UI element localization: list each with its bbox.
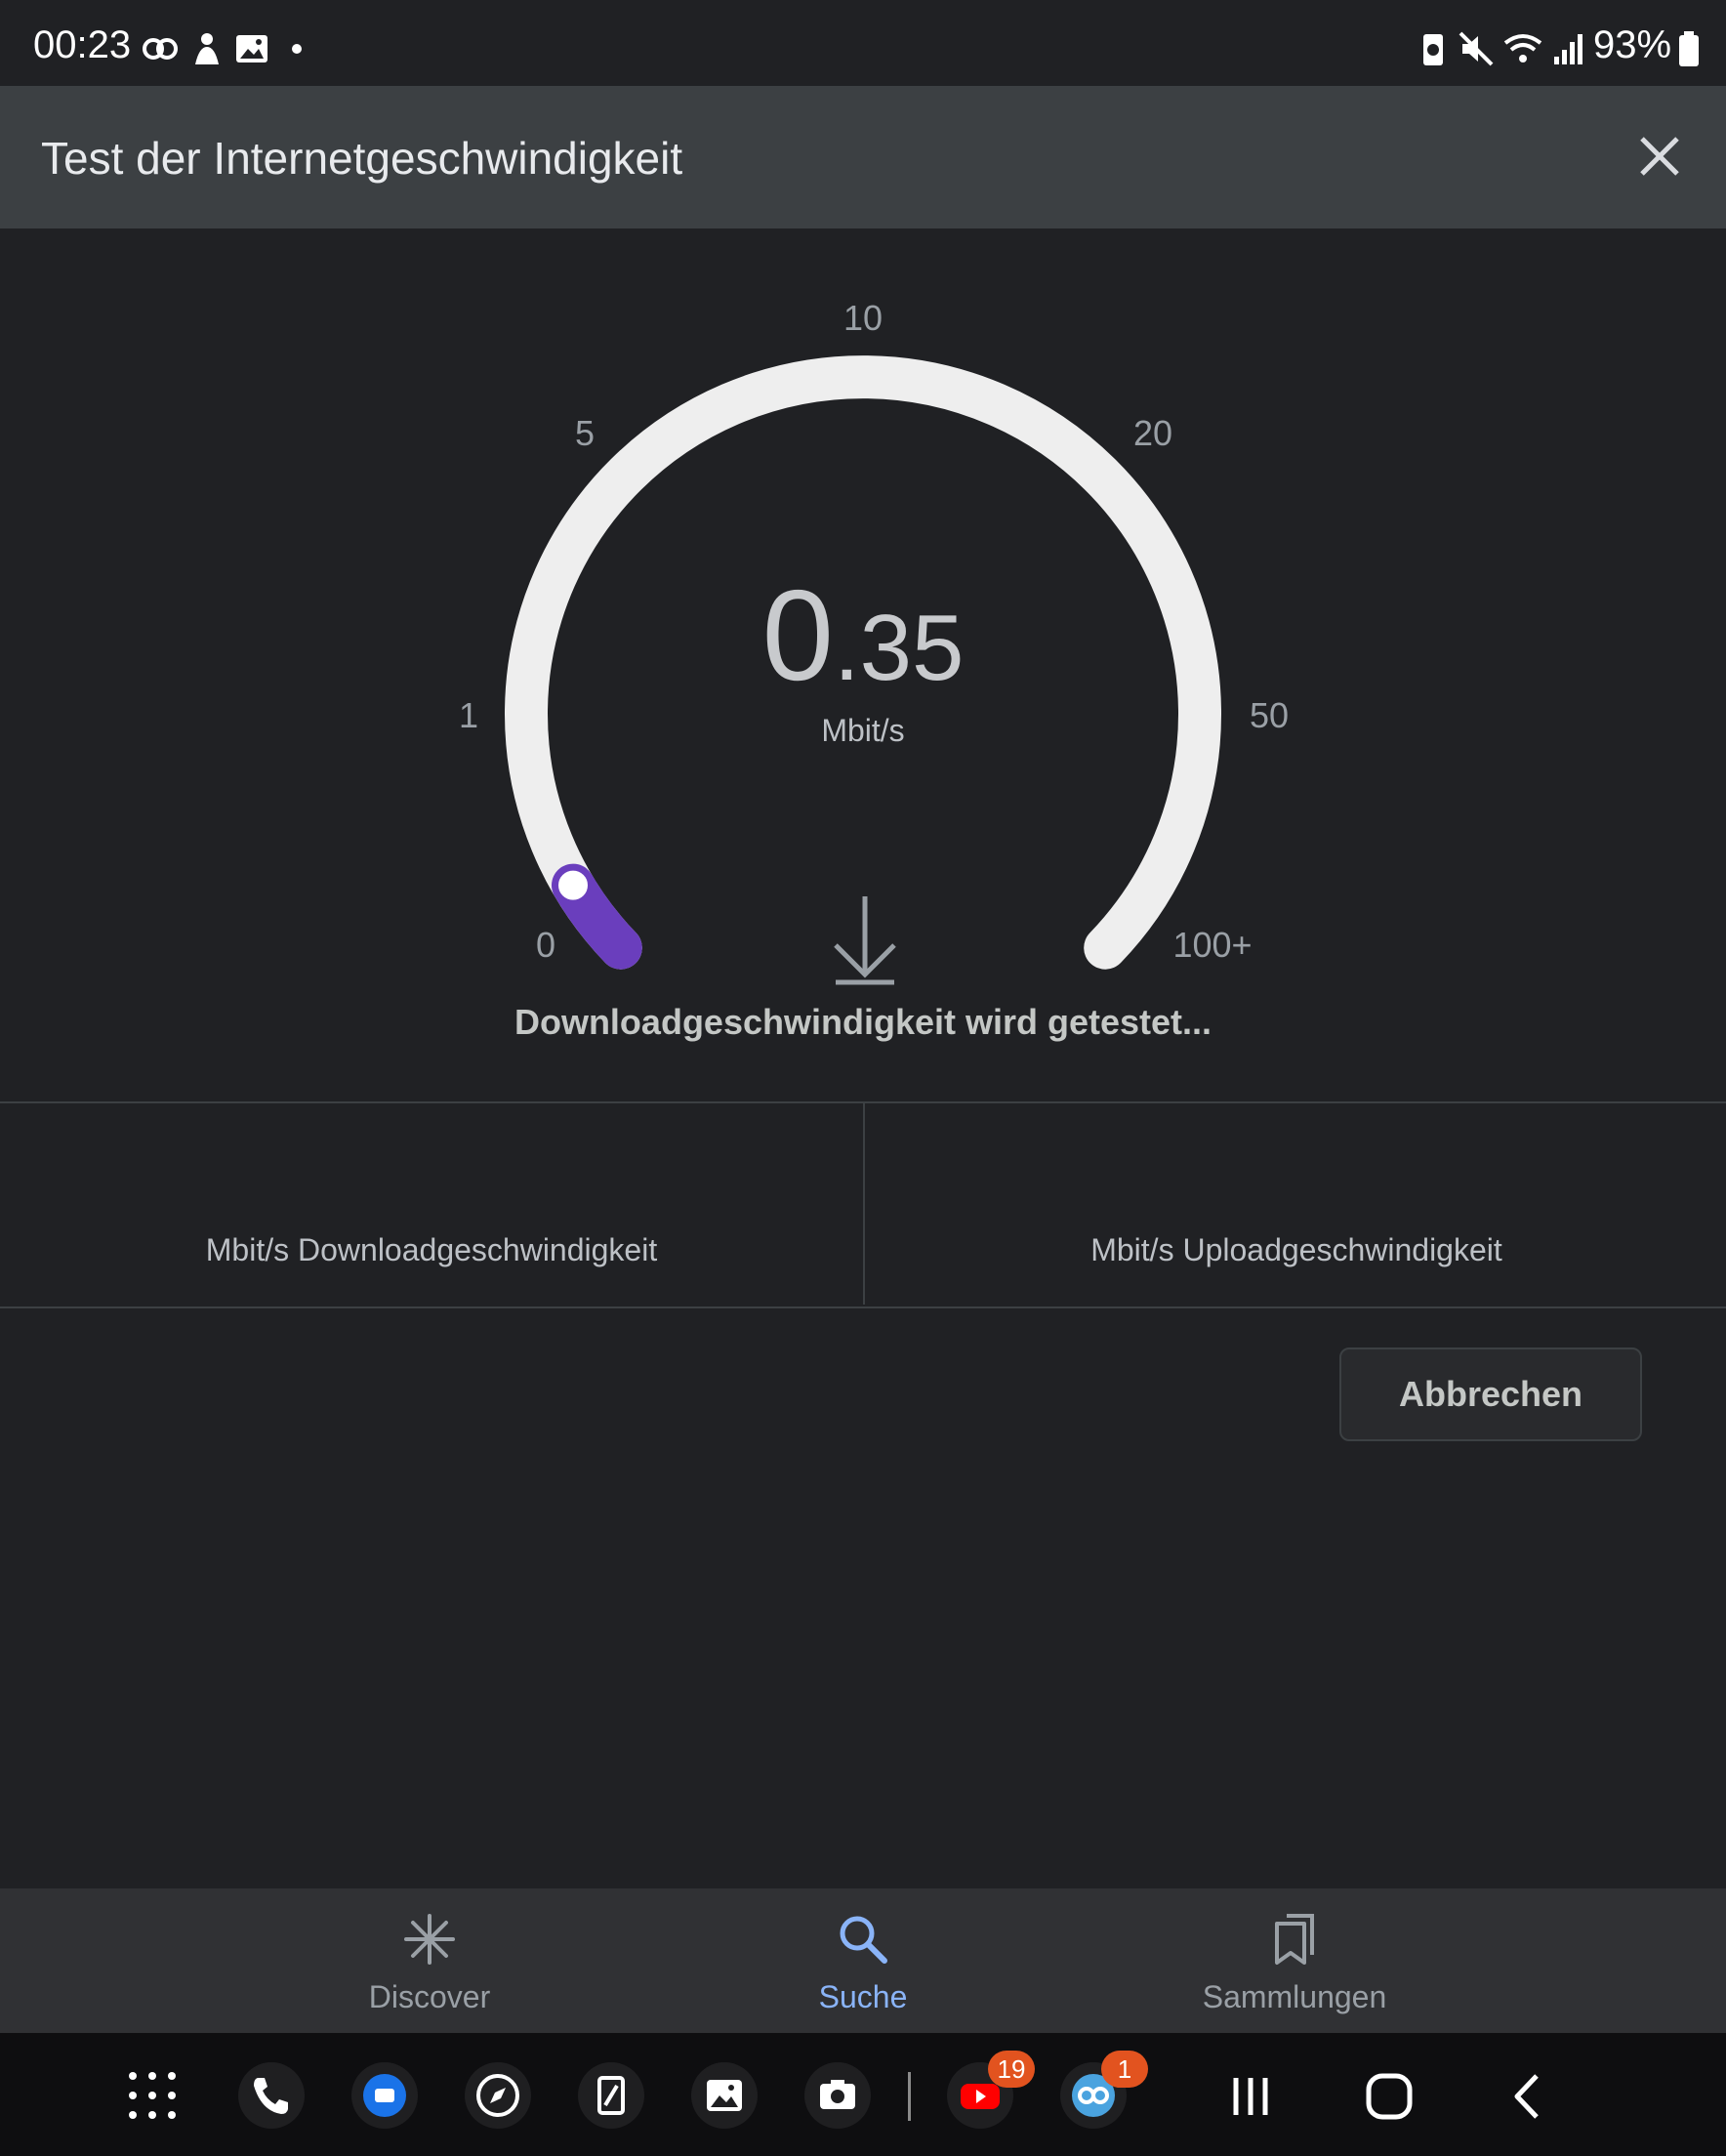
gauge-tick-0: 0 <box>535 925 556 965</box>
gallery-icon <box>707 2080 742 2111</box>
dock-messenger[interactable]: 1 <box>1060 2051 1148 2129</box>
test-status: Downloadgeschwindigkeit wird getestet... <box>514 1002 1212 1042</box>
speed-value-integer: 0 <box>761 563 834 707</box>
messenger-badge: 1 <box>1101 2051 1148 2088</box>
dock-divider <box>908 2072 911 2121</box>
speed-value: 0.35 <box>0 561 1726 709</box>
nav-collections-label: Sammlungen <box>1202 1979 1387 2014</box>
dock-phone[interactable] <box>238 2062 305 2129</box>
nav-search[interactable]: Suche <box>717 1888 1009 2033</box>
camera-icon <box>820 2080 855 2109</box>
notes-icon <box>597 2076 625 2115</box>
battery-icon <box>1679 31 1699 66</box>
page-title: Test der Internetgeschwindigkeit <box>41 133 683 184</box>
nav-discover[interactable]: Discover <box>283 1888 576 2033</box>
compass-icon <box>476 2074 519 2117</box>
dock-messages[interactable] <box>351 2062 418 2129</box>
asterisk-icon <box>404 1914 455 1965</box>
messenger-notification-icon <box>143 38 178 60</box>
battery-percentage: 93% <box>1593 23 1672 66</box>
gauge-tick-100: 100+ <box>1172 925 1253 965</box>
youtube-badge: 19 <box>988 2051 1035 2088</box>
bookmarks-icon <box>1275 1914 1314 1965</box>
gauge-knob <box>555 866 592 904</box>
download-arrow-icon <box>834 896 896 985</box>
wifi-icon <box>1503 34 1542 62</box>
gauge-tick-20: 20 <box>1132 413 1173 453</box>
speed-unit: Mbit/s <box>821 713 905 748</box>
cancel-button[interactable]: Abbrechen <box>1339 1348 1642 1441</box>
gallery-notification-icon <box>236 35 267 62</box>
home-icon[interactable] <box>1355 2062 1423 2131</box>
close-icon[interactable] <box>1630 127 1689 186</box>
dock-gallery[interactable] <box>691 2062 758 2129</box>
dock-youtube[interactable]: 19 <box>947 2051 1035 2129</box>
messages-icon <box>363 2074 406 2117</box>
speed-value-decimal: .35 <box>833 596 965 700</box>
mute-icon <box>1459 31 1494 66</box>
phone-icon <box>254 2078 288 2114</box>
battery-saver-icon <box>1423 34 1443 65</box>
app-drawer-icon[interactable] <box>125 2068 180 2123</box>
nav-search-label: Suche <box>818 1979 908 2014</box>
dot-icon <box>292 44 302 54</box>
status-time: 00:23 <box>33 23 132 66</box>
signal-icon <box>1554 34 1582 64</box>
gauge-tick-5: 5 <box>574 413 596 453</box>
dock-camera[interactable] <box>804 2062 871 2129</box>
gauge-tick-10: 10 <box>842 298 884 338</box>
back-icon[interactable] <box>1494 2062 1562 2131</box>
download-speed-label: Mbit/s Downloadgeschwindigkeit <box>205 1232 658 1267</box>
dock-browser[interactable] <box>465 2062 531 2129</box>
nav-collections[interactable]: Sammlungen <box>1148 1888 1441 2033</box>
figure-notification-icon <box>195 33 219 64</box>
results-divider <box>863 1101 865 1305</box>
dock-notes[interactable] <box>578 2062 644 2129</box>
nav-discover-label: Discover <box>368 1979 491 2014</box>
recent-apps-icon[interactable] <box>1216 2062 1285 2131</box>
upload-speed-label: Mbit/s Uploadgeschwindigkeit <box>1090 1232 1502 1267</box>
search-icon <box>840 1916 887 1964</box>
